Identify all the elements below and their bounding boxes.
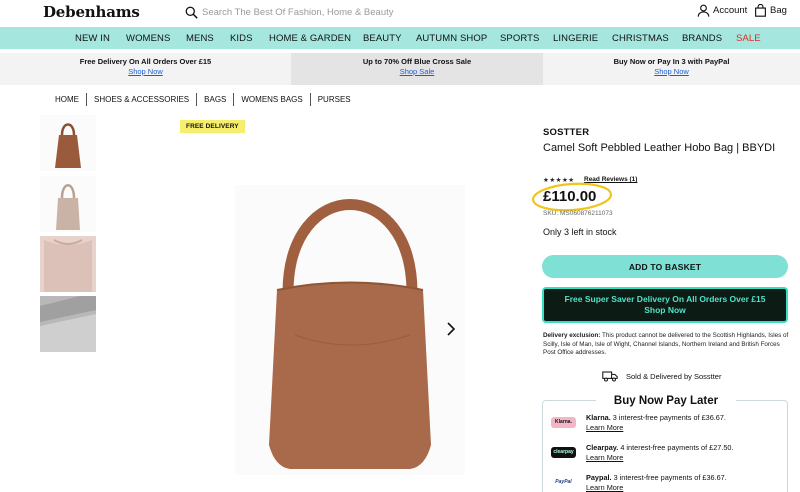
bnpl-provider-name: Klarna. [586, 413, 611, 422]
bag-thumbnail-image [40, 296, 96, 352]
breadcrumb-purses[interactable]: PURSES [311, 95, 358, 104]
bnpl-terms: 4 interest-free payments of £27.50. [618, 443, 734, 452]
thumbnail-4[interactable] [40, 296, 96, 352]
klarna-logo-icon: Klarna. [551, 417, 576, 428]
breadcrumb-shoes-accessories[interactable]: SHOES & ACCESSORIES [87, 95, 196, 104]
promo-link[interactable]: Shop Sale [291, 67, 543, 76]
thumbnail-2[interactable] [40, 176, 96, 232]
promo-link[interactable]: Shop Now [543, 67, 800, 76]
product-main-image [235, 185, 465, 475]
nav-item-home-garden[interactable]: HOME & GARDEN [269, 33, 351, 44]
search-icon[interactable] [185, 6, 198, 19]
stock-status: Only 3 left in stock [543, 227, 617, 237]
super-saver-delivery-banner[interactable]: Free Super Saver Delivery On All Orders … [542, 287, 788, 323]
search-bar[interactable] [185, 4, 462, 20]
nav-item-mens[interactable]: MENS [186, 33, 214, 44]
promo-blue-cross-sale: Up to 70% Off Blue Cross Sale Shop Sale [291, 53, 543, 85]
shopping-bag-icon [755, 4, 766, 17]
promo-title: Free Delivery On All Orders Over £15 [79, 57, 212, 66]
account-link[interactable]: Account [697, 4, 747, 17]
promo-link[interactable]: Shop Now [0, 67, 291, 76]
main-nav: NEW IN WOMENS MENS KIDS HOME & GARDEN BE… [0, 27, 800, 49]
bnpl-option-text: Clearpay. 4 interest-free payments of £2… [586, 443, 734, 453]
thumbnail-1[interactable] [40, 115, 96, 171]
sold-by-label: Sold & Delivered by Sosstter [626, 371, 722, 381]
bnpl-provider-name: Clearpay. [586, 443, 619, 452]
nav-item-sports[interactable]: SPORTS [500, 33, 540, 44]
breadcrumb: HOME SHOES & ACCESSORIES BAGS WOMENS BAG… [48, 92, 358, 106]
logo[interactable]: Debenhams [43, 3, 140, 21]
bnpl-option-klarna: Klarna. Klarna. 3 interest-free payments… [551, 413, 786, 437]
nav-item-beauty[interactable]: BEAUTY [363, 33, 402, 44]
add-to-basket-button[interactable]: ADD TO BASKET [542, 255, 788, 278]
learn-more-link[interactable]: Learn More [586, 483, 623, 492]
sold-delivered-by: Sold & Delivered by Sosstter [602, 370, 721, 382]
bnpl-option-text: Klarna. 3 interest-free payments of £36.… [586, 413, 726, 423]
nav-item-new-in[interactable]: NEW IN [75, 33, 110, 44]
bnpl-terms: 3 interest-free payments of £36.67. [611, 473, 727, 482]
bnpl-option-paypal: PayPal Paypal. 3 interest-free payments … [551, 473, 786, 492]
breadcrumb-home[interactable]: HOME [48, 95, 86, 104]
free-delivery-badge: FREE DELIVERY [180, 120, 245, 133]
promo-title: Up to 70% Off Blue Cross Sale [362, 57, 472, 66]
nav-item-brands[interactable]: BRANDS [682, 33, 722, 44]
product-title: Camel Soft Pebbled Leather Hobo Bag | BB… [543, 142, 776, 154]
delivery-truck-icon [602, 371, 618, 382]
saver-title: Free Super Saver Delivery On All Orders … [564, 294, 766, 304]
product-brand[interactable]: SOSTTER [543, 127, 589, 138]
nav-item-womens[interactable]: WOMENS [126, 33, 170, 44]
top-bar: Debenhams Account Bag [0, 0, 800, 27]
account-label: Account [713, 5, 748, 16]
paypal-logo-icon: PayPal [551, 477, 576, 488]
exclusion-label: Delivery exclusion: [543, 332, 601, 339]
product-sku: SKU: MS060876211073 [543, 210, 613, 217]
bag-link[interactable]: Bag [754, 4, 787, 17]
saver-link[interactable]: Shop Now [544, 305, 786, 316]
learn-more-link[interactable]: Learn More [586, 453, 623, 462]
bag-thumbnail-image [40, 176, 96, 232]
breadcrumb-bags[interactable]: BAGS [197, 95, 233, 104]
promo-free-delivery: Free Delivery On All Orders Over £15 Sho… [0, 53, 291, 85]
bnpl-title: Buy Now Pay Later [596, 395, 736, 407]
delivery-exclusion-note: Delivery exclusion: This product cannot … [543, 332, 793, 358]
user-icon [697, 4, 710, 17]
search-input[interactable] [202, 6, 462, 18]
thumbnail-3[interactable] [40, 236, 96, 292]
nav-item-autumn-shop[interactable]: AUTUMN SHOP [416, 33, 487, 44]
nav-item-christmas[interactable]: CHRISTMAS [612, 33, 669, 44]
promo-title: Buy Now or Pay In 3 with PayPal [613, 57, 730, 66]
bag-label: Bag [770, 5, 787, 16]
promo-strip: Free Delivery On All Orders Over £15 Sho… [0, 53, 800, 85]
bag-thumbnail-image [40, 236, 96, 292]
promo-paypal: Buy Now or Pay In 3 with PayPal Shop Now [543, 53, 800, 85]
nav-item-sale[interactable]: SALE [736, 33, 761, 44]
bnpl-terms: 3 interest-free payments of £36.67. [610, 413, 726, 422]
bnpl-provider-name: Paypal. [586, 473, 612, 482]
bnpl-option-clearpay: clearpay Clearpay. 4 interest-free payme… [551, 443, 786, 467]
breadcrumb-womens-bags[interactable]: WOMENS BAGS [234, 95, 309, 104]
nav-item-lingerie[interactable]: LINGERIE [553, 33, 598, 44]
nav-item-kids[interactable]: KIDS [230, 33, 253, 44]
next-image-arrow-icon[interactable] [443, 321, 459, 337]
learn-more-link[interactable]: Learn More [586, 423, 623, 432]
bag-thumbnail-image [40, 115, 96, 171]
bnpl-option-text: Paypal. 3 interest-free payments of £36.… [586, 473, 727, 483]
clearpay-logo-icon: clearpay [551, 447, 576, 458]
